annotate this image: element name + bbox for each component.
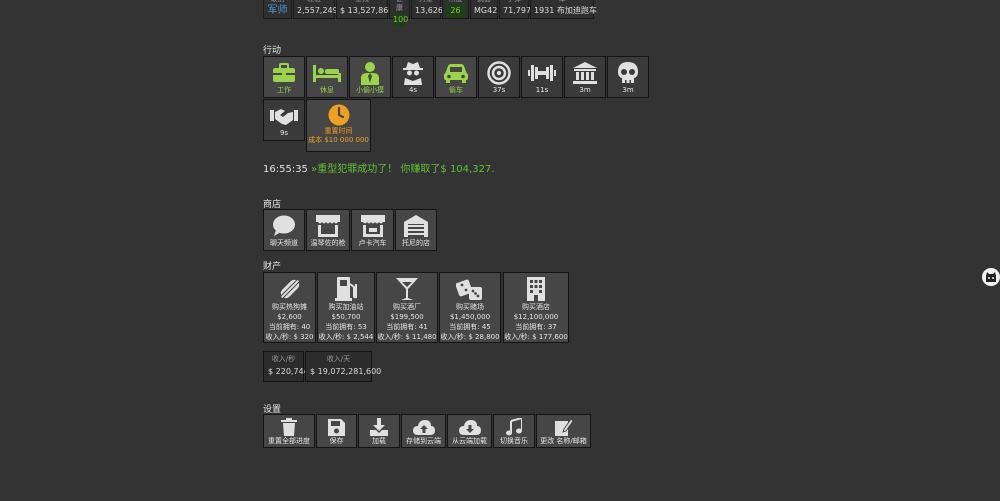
- log-message: »重型犯罪成功了！ 你赚取了$ 104,327.: [311, 164, 495, 175]
- section-title-assets: 财产: [263, 262, 282, 272]
- trash-icon: [281, 417, 297, 437]
- hotdog-icon: [277, 275, 303, 302]
- hotel-icon: [524, 275, 548, 302]
- action-rest-button[interactable]: 休息: [306, 56, 348, 98]
- reset-time-button[interactable]: 重置时间 成本 $10 000 000: [306, 99, 371, 152]
- action-target-button[interactable]: 37s: [478, 56, 520, 98]
- stat-strength: 力量13,626: [411, 0, 443, 19]
- shop-car-store-button[interactable]: 卢卡汽车: [351, 209, 394, 251]
- thief-icon: [359, 59, 381, 86]
- stat-car: 车1931 布加迪跑车: [530, 0, 597, 19]
- stat-health: 健康100: [389, 0, 410, 27]
- income-per-day: 收入/天 $ 19,072,281,600: [305, 351, 381, 382]
- action-kill-button[interactable]: 3m: [607, 56, 649, 98]
- bed-icon: [312, 59, 342, 86]
- buy-hotdog-stand-button[interactable]: 购买热狗摊 $2,600 当前拥有: 40 收入/秒: $ 320: [263, 272, 316, 343]
- stat-heat: 热度26: [442, 0, 469, 19]
- section-title-actions: 行动: [263, 46, 282, 56]
- cloud-download-icon: [458, 417, 481, 437]
- buy-gas-station-button[interactable]: 购买加油站 $50,700 当前拥有: 53 收入/秒: $ 2,544: [317, 272, 375, 343]
- garage-icon: [403, 212, 429, 239]
- clock-icon: [328, 102, 350, 127]
- dice-icon: [456, 275, 484, 302]
- save-icon: [328, 417, 345, 437]
- stat-rank: 级别军师: [263, 0, 292, 19]
- action-bank-button[interactable]: 3m: [564, 56, 606, 98]
- download-icon: [370, 417, 388, 437]
- gun-shop-icon: [315, 212, 341, 239]
- target-icon: [487, 59, 511, 86]
- stats-bar: 级别军师 经验2,557,249 金钱$ 13,527,861 健康100 力量…: [263, 0, 597, 27]
- reset-progress-button[interactable]: 重置全部进度: [263, 414, 315, 448]
- stat-money: 金钱$ 13,527,861: [336, 0, 393, 19]
- save-to-cloud-button[interactable]: 存储到云端: [401, 414, 446, 448]
- cloud-upload-icon: [412, 417, 435, 437]
- shop-chat-button[interactable]: 聊天频道: [263, 209, 305, 251]
- action-petty-theft-button[interactable]: 小偷小摸: [349, 56, 391, 98]
- spy-icon: [401, 59, 425, 86]
- stat-weapon: 武器MG42: [470, 0, 498, 19]
- shop-garage-button[interactable]: 托尼的店: [395, 209, 437, 251]
- github-icon[interactable]: [982, 268, 1000, 286]
- stat-ammo: 子弹71,797: [499, 0, 531, 19]
- buy-casino-button[interactable]: 购买赌场 $1,450,000 当前拥有: 45 收入/秒: $ 28,800: [439, 272, 501, 343]
- chat-icon: [272, 212, 296, 239]
- skull-icon: [616, 59, 640, 86]
- edit-icon: [554, 417, 573, 437]
- action-spy-button[interactable]: 4s: [392, 56, 434, 98]
- gas-pump-icon: [334, 275, 358, 302]
- action-steal-car-button[interactable]: 偷车: [435, 56, 477, 98]
- change-name-email-button[interactable]: 更改 名称/邮箱: [536, 414, 591, 448]
- bank-icon: [572, 59, 598, 86]
- stat-experience: 经验2,557,249: [293, 0, 338, 19]
- save-button[interactable]: 保存: [316, 414, 357, 448]
- car-icon: [443, 59, 469, 86]
- buy-distillery-button[interactable]: 购买酒厂 $199,500 当前拥有: 41 收入/秒: $ 11,480: [376, 272, 438, 343]
- cocktail-icon: [395, 275, 419, 302]
- shop-gun-store-button[interactable]: 温琴佐的枪: [306, 209, 350, 251]
- dumbbell-icon: [528, 59, 556, 86]
- toggle-music-button[interactable]: 切换音乐: [493, 414, 535, 448]
- action-deal-button[interactable]: 9s: [263, 99, 305, 141]
- load-from-cloud-button[interactable]: 从云端加载: [447, 414, 492, 448]
- income-per-second: 收入/秒 $ 220,744: [263, 351, 309, 382]
- activity-log: 16:55:35 »重型犯罪成功了！ 你赚取了$ 104,327.: [263, 160, 494, 175]
- action-work-button[interactable]: 工作: [263, 56, 305, 98]
- handshake-icon: [270, 102, 298, 129]
- music-icon: [506, 417, 522, 437]
- action-gym-button[interactable]: 11s: [521, 56, 563, 98]
- buy-hotel-button[interactable]: 购买酒店 $12,100,000 当前拥有: 37 收入/秒: $ 177,60…: [503, 272, 569, 343]
- briefcase-icon: [272, 59, 296, 86]
- car-shop-icon: [360, 212, 386, 239]
- load-button[interactable]: 加载: [358, 414, 400, 448]
- log-time: 16:55:35: [263, 164, 308, 175]
